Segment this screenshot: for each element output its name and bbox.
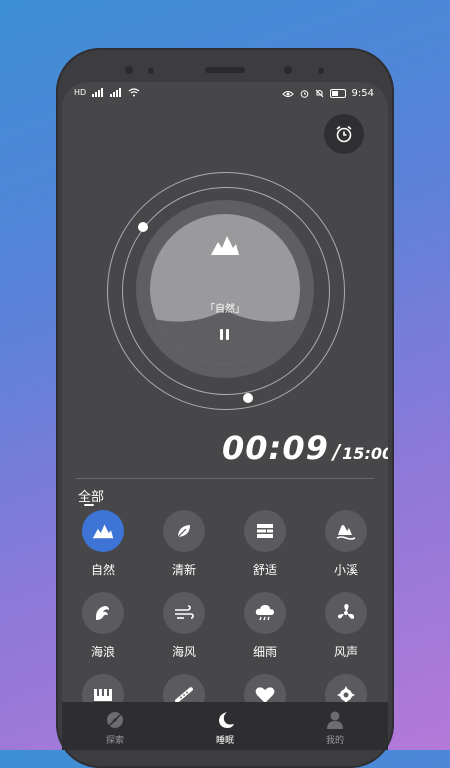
mountain-icon (211, 236, 239, 255)
signal-icon-2 (110, 88, 122, 97)
sound-visual-disc (136, 200, 314, 378)
rain-cloud-icon (255, 605, 274, 621)
speaker-grille (205, 67, 245, 73)
nav-sleep-label: 睡眠 (215, 736, 234, 746)
alarm-clock-icon (336, 125, 352, 143)
moon-icon (219, 712, 234, 728)
bed-icon (257, 524, 273, 538)
nav-explore-label: 探索 (105, 736, 124, 746)
pause-bar-right (226, 329, 229, 340)
sound-circle (244, 510, 286, 552)
sound-label: 海风 (171, 645, 196, 659)
alarm-status-icon (300, 90, 308, 98)
tab-all[interactable]: 全部 (78, 486, 104, 506)
bottom-nav: 探索 睡眠 我的 (62, 702, 388, 750)
sound-circle (163, 592, 205, 634)
wave-icon (95, 606, 109, 620)
pause-button[interactable] (219, 329, 231, 341)
sound-item-comfort[interactable]: 舒适 (230, 510, 300, 578)
sound-label: 风声 (333, 645, 358, 659)
alarm-button[interactable] (324, 114, 364, 154)
sound-circle (82, 592, 124, 634)
piano-icon (94, 689, 112, 701)
nav-explore[interactable]: 探索 (85, 710, 145, 746)
sound-circle (163, 510, 205, 552)
nav-mine[interactable]: 我的 (305, 710, 365, 746)
mountain-icon (92, 524, 114, 539)
eye-icon (281, 90, 294, 97)
sound-label: 细雨 (252, 645, 277, 659)
wifi-icon (128, 88, 140, 97)
fan-icon (337, 604, 355, 619)
app-screen: HD 9:54 「自然」 00:09 / 15:0 全部 自然 清新 舒适 小溪… (62, 82, 388, 750)
sound-circle (325, 592, 367, 634)
wind-icon (175, 605, 194, 619)
section-divider (76, 478, 374, 479)
sound-item-drizzle[interactable]: 细雨 (230, 592, 300, 660)
sound-item-stream[interactable]: 小溪 (311, 510, 381, 578)
sound-item-fresh[interactable]: 清新 (149, 510, 219, 578)
stream-icon (336, 525, 356, 540)
progress-handle[interactable] (243, 393, 253, 403)
sound-label: 小溪 (333, 563, 358, 577)
signal-icon (92, 88, 104, 97)
sound-label: 海浪 (90, 645, 115, 659)
sensor-dot-small (148, 68, 154, 74)
user-icon (327, 711, 343, 729)
leaf-icon (177, 525, 190, 538)
camera-dot (284, 66, 292, 74)
sound-circle (244, 592, 286, 634)
sensor-dot-small-right (318, 68, 324, 74)
mute-icon (315, 89, 323, 98)
time-separator: / (332, 440, 341, 464)
carrier-badge-1: HD (74, 87, 87, 97)
sound-label: 舒适 (252, 563, 277, 577)
status-time: 9:54 (351, 88, 374, 99)
elapsed-time: 00:09 (222, 429, 329, 467)
sound-item-wind-sound[interactable]: 风声 (311, 592, 381, 660)
sound-item-nature[interactable]: 自然 (68, 510, 138, 578)
timer-display: 00:09/15:00 (222, 429, 388, 467)
compass-icon (107, 712, 123, 728)
pause-bar-left (220, 329, 223, 340)
sound-label: 清新 (171, 563, 196, 577)
nav-mine-label: 我的 (325, 736, 344, 746)
battery-icon (329, 89, 346, 98)
total-time[interactable]: 15:00 (342, 444, 388, 463)
nav-sleep[interactable]: 睡眠 (195, 710, 255, 746)
status-bar: HD 9:54 (62, 86, 388, 106)
sound-circle (82, 510, 124, 552)
sound-label: 自然 (90, 563, 115, 577)
sound-item-waves[interactable]: 海浪 (68, 592, 138, 660)
current-sound-label: 「自然」 (205, 304, 245, 315)
progress-start-handle[interactable] (138, 222, 148, 232)
sound-item-sea-wind[interactable]: 海风 (149, 592, 219, 660)
sound-circle (325, 510, 367, 552)
sensor-dot (125, 66, 133, 74)
